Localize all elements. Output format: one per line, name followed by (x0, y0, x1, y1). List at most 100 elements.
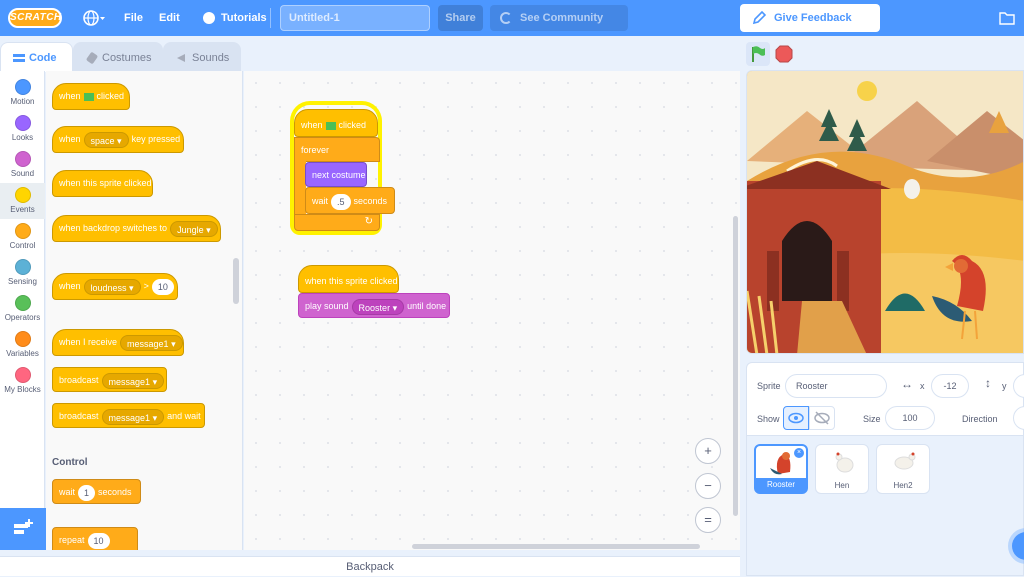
show-label: Show (757, 414, 780, 424)
block-text: clicked (96, 91, 125, 101)
code-workspace[interactable]: when clicked forever next costume wait .5 s… (244, 71, 740, 550)
size-input[interactable]: 100 (885, 406, 935, 430)
pencil-icon (752, 11, 766, 25)
see-community-label: See Community (520, 12, 604, 24)
sound-dropdown[interactable]: Rooster ▾ (351, 298, 405, 315)
script-next-costume[interactable]: next costume (305, 162, 367, 187)
message-dropdown[interactable]: message1 ▾ (120, 334, 183, 351)
dropdown-value: space (90, 135, 115, 146)
category-variables[interactable]: Variables (0, 327, 45, 363)
palette-scrollbar[interactable] (233, 258, 239, 304)
folder-icon[interactable] (998, 0, 1016, 36)
green-flag-button[interactable] (746, 42, 770, 66)
tab-costumes[interactable]: Costumes (73, 42, 163, 72)
category-looks[interactable]: Looks (0, 111, 45, 147)
edit-menu[interactable]: Edit (159, 0, 180, 36)
share-button[interactable]: Share (438, 5, 483, 31)
stop-sign-icon (775, 45, 793, 63)
block-text: and wait (167, 411, 201, 421)
control-section-title: Control (52, 457, 88, 468)
workspace-horizontal-scrollbar[interactable] (412, 544, 700, 549)
block-text: until done (407, 301, 447, 311)
script-play-sound-until-done[interactable]: play sound Rooster ▾ until done (298, 293, 450, 318)
repeat-count-input[interactable]: 10 (87, 532, 110, 549)
palette-when-sprite-clicked[interactable]: when this sprite clicked (52, 170, 153, 197)
tab-sounds[interactable]: Sounds (163, 42, 241, 72)
give-feedback-button[interactable]: Give Feedback (740, 4, 880, 32)
palette-wait[interactable]: wait 1 seconds (52, 479, 141, 504)
block-text: broadcast (59, 375, 99, 385)
workspace-vertical-scrollbar[interactable] (733, 216, 738, 516)
show-hidden-button[interactable] (809, 406, 835, 430)
category-sensing[interactable]: Sensing (0, 255, 45, 291)
wait-seconds-input[interactable]: 1 (78, 484, 96, 501)
category-events[interactable]: Events (0, 183, 45, 219)
backpack-bar[interactable]: Backpack (0, 556, 740, 576)
motion-dot-icon (14, 79, 31, 95)
palette-broadcast-and-wait[interactable]: broadcast message1 ▾ and wait (52, 403, 205, 428)
stop-button[interactable] (774, 44, 794, 64)
palette-when-key-pressed[interactable]: when space ▾ key pressed (52, 126, 184, 153)
lightbulb-icon (203, 12, 215, 25)
script-when-sprite-clicked[interactable]: when this sprite clicked (298, 265, 399, 293)
broadcast-wait-dropdown[interactable]: message1 ▾ (101, 408, 165, 425)
x-position-input[interactable]: -12 (931, 374, 969, 398)
code-tab-icon (13, 54, 25, 62)
script-wait[interactable]: wait .5 seconds (305, 187, 395, 214)
category-my-blocks[interactable]: My Blocks (0, 363, 45, 399)
block-text: clicked (338, 120, 367, 130)
file-menu[interactable]: File (124, 0, 143, 36)
direction-input[interactable]: 9 (1013, 406, 1024, 430)
palette-when-backdrop-switches[interactable]: when backdrop switches to Jungle ▾ (52, 215, 221, 242)
zoom-reset-button[interactable]: = (695, 507, 721, 533)
block-text: repeat (59, 535, 85, 545)
category-operators[interactable]: Operators (0, 291, 45, 327)
script-wait-seconds-input[interactable]: .5 (331, 193, 351, 210)
see-community-button[interactable]: See Community (490, 5, 628, 31)
palette-when-i-receive[interactable]: when I receive message1 ▾ (52, 329, 184, 356)
operators-dot-icon (14, 295, 31, 311)
tab-code[interactable]: Code (0, 42, 73, 72)
palette-repeat[interactable]: repeat 10 (52, 527, 138, 550)
language-globe-icon[interactable] (82, 0, 106, 36)
project-title-input[interactable]: Untitled-1 (280, 5, 430, 31)
category-control[interactable]: Control (0, 219, 45, 255)
palette-broadcast[interactable]: broadcast message1 ▾ (52, 367, 167, 392)
sprite-name-label: Sprite (757, 381, 781, 391)
farm-backdrop-image (747, 71, 1023, 353)
palette-when-loudness[interactable]: when loudness ▾ >10 (52, 273, 178, 300)
block-text: wait (59, 487, 76, 497)
block-text: next costume (312, 170, 366, 180)
give-feedback-label: Give Feedback (774, 12, 852, 24)
broadcast-dropdown[interactable]: message1 ▾ (101, 372, 165, 389)
script-when-flag-clicked[interactable]: when clicked (294, 109, 378, 137)
category-sound[interactable]: Sound (0, 147, 45, 183)
zoom-out-button[interactable]: − (695, 473, 721, 499)
stage-canvas[interactable] (746, 70, 1024, 354)
key-dropdown[interactable]: space ▾ (83, 131, 129, 148)
show-visible-button[interactable] (783, 406, 809, 430)
sprite-name-input[interactable]: Rooster (785, 374, 887, 398)
zoom-in-button[interactable]: + (695, 438, 721, 464)
dropdown-value: message1 (108, 412, 151, 423)
script-forever[interactable]: forever (294, 137, 380, 162)
palette-when-flag-clicked[interactable]: when clicked (52, 83, 130, 110)
add-extension-button[interactable] (0, 508, 46, 550)
y-position-input[interactable] (1013, 374, 1024, 398)
tutorials-button[interactable]: Tutorials (203, 0, 267, 36)
block-text: forever (301, 145, 330, 155)
block-text: play sound (305, 301, 349, 311)
dropdown-value: Jungle (177, 224, 204, 235)
loudness-value-input[interactable]: 10 (151, 278, 174, 295)
sprite-thumb-hen[interactable]: Hen (815, 444, 869, 494)
sensor-dropdown[interactable]: loudness ▾ (83, 278, 141, 295)
scratch-logo[interactable]: SCRATCH (8, 8, 62, 28)
category-label: Control (9, 241, 36, 250)
sprite-thumb-rooster[interactable]: × Rooster (754, 444, 808, 494)
category-motion[interactable]: Motion (0, 75, 45, 111)
sensing-dot-icon (14, 259, 31, 275)
delete-sprite-icon[interactable]: × (794, 448, 804, 458)
backdrop-dropdown[interactable]: Jungle ▾ (170, 220, 218, 237)
sprite-thumb-hen2[interactable]: Hen2 (876, 444, 930, 494)
block-text: when I receive (59, 337, 118, 347)
